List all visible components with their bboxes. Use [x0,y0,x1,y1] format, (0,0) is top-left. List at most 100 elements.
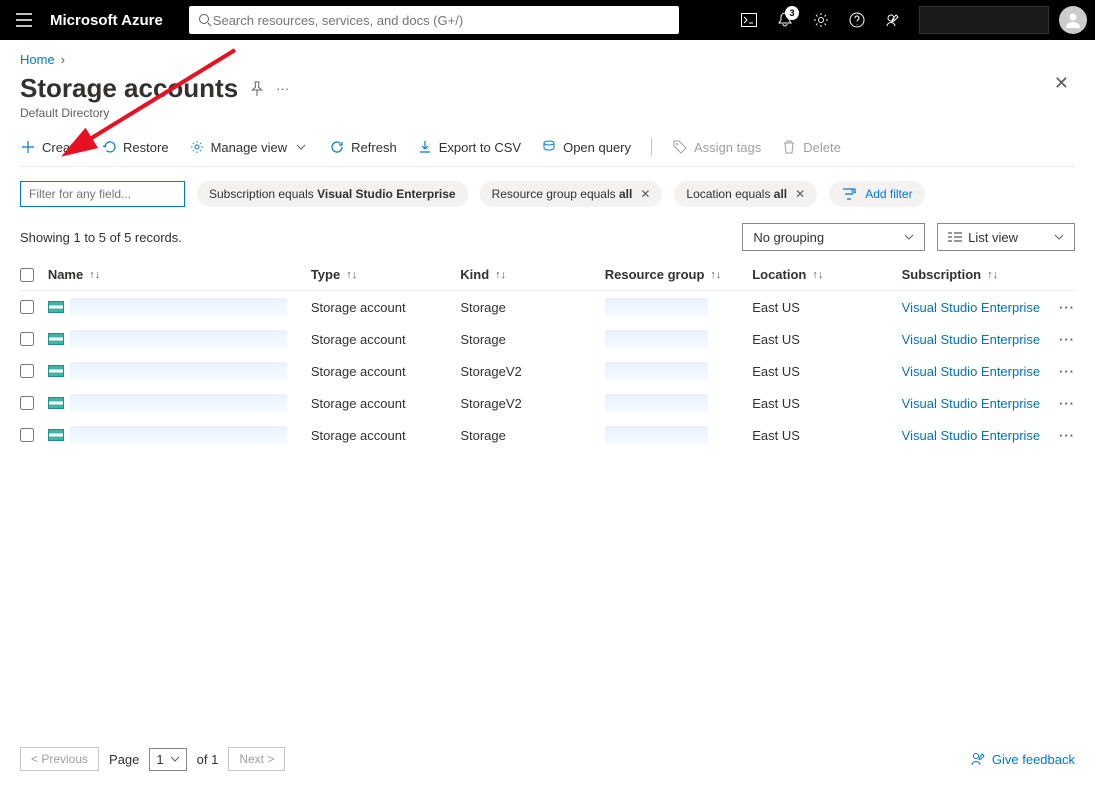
more-icon[interactable]: ··· [276,81,289,96]
sort-icon[interactable]: ↑↓ [987,269,998,281]
row-checkbox[interactable] [20,332,34,346]
global-search[interactable] [189,6,679,34]
divider [651,138,652,156]
row-more-icon[interactable]: ··· [1051,300,1075,315]
row-checkbox[interactable] [20,364,34,378]
col-name[interactable]: Name [48,267,83,282]
search-input[interactable] [213,13,671,28]
redacted-rg [605,426,708,444]
notification-badge: 3 [785,6,799,20]
breadcrumb: Home › [20,52,1075,67]
footer: < Previous Page 1 of 1 Next > Give feedb… [20,747,1075,771]
restore-button[interactable]: Restore [101,139,169,155]
sort-icon[interactable]: ↑↓ [495,269,506,281]
cell-rg [605,330,752,348]
redacted-name [70,394,287,412]
hamburger-icon[interactable] [8,4,40,36]
row-checkbox[interactable] [20,300,34,314]
row-checkbox[interactable] [20,428,34,442]
trash-icon [781,139,797,155]
next-button[interactable]: Next > [228,747,285,771]
page-label: Page [109,752,139,767]
col-kind[interactable]: Kind [460,267,489,282]
chevron-down-icon [1054,234,1064,240]
manage-view-label: Manage view [211,140,288,155]
sort-icon[interactable]: ↑↓ [346,269,357,281]
page-select[interactable]: 1 [149,748,186,771]
account-info[interactable] [919,6,1049,34]
prev-button[interactable]: < Previous [20,747,99,771]
remove-filter-icon[interactable]: ✕ [795,187,805,201]
row-more-icon[interactable]: ··· [1051,332,1075,347]
cell-type: Storage account [311,332,460,347]
remove-filter-icon[interactable]: ✕ [640,187,650,201]
sort-icon[interactable]: ↑↓ [89,269,100,281]
export-csv-button[interactable]: Export to CSV [417,139,521,155]
help-icon[interactable] [841,4,873,36]
filter-pill-location[interactable]: Location equals all ✕ [674,181,817,207]
subscription-link[interactable]: Visual Studio Enterprise [902,396,1041,411]
table-row[interactable]: Storage account Storage East US Visual S… [20,291,1075,323]
row-checkbox[interactable] [20,396,34,410]
filter-input[interactable] [20,181,185,207]
pin-icon[interactable] [250,81,264,97]
cell-location: East US [752,396,901,411]
filter-pill-subscription[interactable]: Subscription equals Visual Studio Enterp… [197,181,468,207]
table-row[interactable]: Storage account Storage East US Visual S… [20,419,1075,451]
search-icon [197,12,213,28]
close-icon[interactable]: ✕ [1054,73,1075,94]
filter-row: Subscription equals Visual Studio Enterp… [20,181,1075,207]
cell-rg [605,426,752,444]
table-row[interactable]: Storage account StorageV2 East US Visual… [20,387,1075,419]
avatar[interactable] [1059,6,1087,34]
filter-pill-resource-group[interactable]: Resource group equals all ✕ [480,181,663,207]
subscription-link[interactable]: Visual Studio Enterprise [902,300,1041,315]
page-title: Storage accounts [20,73,238,104]
give-feedback-link[interactable]: Give feedback [970,751,1075,767]
table-row[interactable]: Storage account Storage East US Visual S… [20,323,1075,355]
sort-icon[interactable]: ↑↓ [812,269,823,281]
global-topbar: Microsoft Azure 3 [0,0,1095,40]
restore-label: Restore [123,140,169,155]
refresh-label: Refresh [351,140,397,155]
delete-button: Delete [781,139,841,155]
page-of: of 1 [197,752,219,767]
plus-icon [20,139,36,155]
row-more-icon[interactable]: ··· [1051,364,1075,379]
settings-icon[interactable] [805,4,837,36]
table-row[interactable]: Storage account StorageV2 East US Visual… [20,355,1075,387]
row-more-icon[interactable]: ··· [1051,428,1075,443]
cell-rg [605,394,752,412]
notifications-icon[interactable]: 3 [769,4,801,36]
subscription-link[interactable]: Visual Studio Enterprise [902,364,1041,379]
view-label: List view [968,230,1018,245]
feedback-icon[interactable] [877,4,909,36]
col-sub[interactable]: Subscription [902,267,981,282]
chevron-down-icon [293,139,309,155]
refresh-button[interactable]: Refresh [329,139,397,155]
query-icon [541,139,557,155]
gear-icon [189,139,205,155]
list-icon [948,232,962,242]
subscription-link[interactable]: Visual Studio Enterprise [902,332,1041,347]
view-select[interactable]: List view [937,223,1075,251]
select-all-checkbox[interactable] [20,268,34,282]
cell-location: East US [752,332,901,347]
manage-view-button[interactable]: Manage view [189,139,310,155]
breadcrumb-home[interactable]: Home [20,52,55,67]
cell-type: Storage account [311,396,460,411]
redacted-rg [605,394,708,412]
create-button[interactable]: Create [20,139,81,155]
grouping-select[interactable]: No grouping [742,223,925,251]
redacted-rg [605,330,708,348]
col-rg[interactable]: Resource group [605,267,705,282]
add-filter-button[interactable]: Add filter [829,181,924,207]
sort-icon[interactable]: ↑↓ [710,269,721,281]
col-type[interactable]: Type [311,267,340,282]
cloud-shell-icon[interactable] [733,4,765,36]
row-more-icon[interactable]: ··· [1051,396,1075,411]
cell-rg [605,298,752,316]
col-loc[interactable]: Location [752,267,806,282]
open-query-button[interactable]: Open query [541,139,631,155]
subscription-link[interactable]: Visual Studio Enterprise [902,428,1041,443]
